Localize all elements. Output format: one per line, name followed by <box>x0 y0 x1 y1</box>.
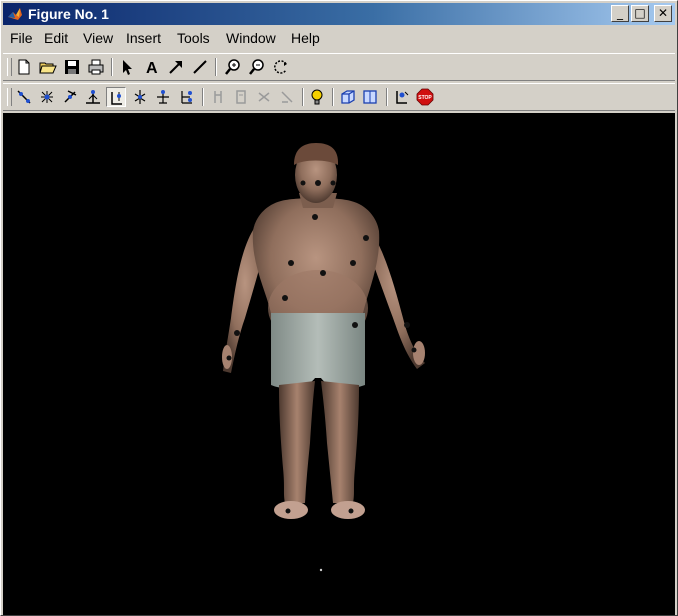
menu-window[interactable]: Window <box>226 30 276 46</box>
menu-help[interactable]: Help <box>291 30 320 46</box>
text-a-icon[interactable]: A <box>142 57 162 77</box>
menu-view[interactable]: View <box>83 30 113 46</box>
disabled-tool-1-icon[interactable] <box>208 87 228 107</box>
svg-text:A: A <box>146 60 158 77</box>
open-folder-icon[interactable] <box>38 57 58 77</box>
landmark-tool-5-icon[interactable] <box>106 87 126 107</box>
maximize-button[interactable]: □ <box>631 5 649 22</box>
draw-arrow-icon[interactable] <box>166 57 186 77</box>
save-disk-icon[interactable] <box>62 57 82 77</box>
print-icon[interactable] <box>86 57 106 77</box>
lightbulb-icon[interactable] <box>307 87 327 107</box>
title-bar[interactable]: Figure No. 1 _ □ ✕ <box>3 3 675 25</box>
zoom-in-icon[interactable] <box>223 57 243 77</box>
menu-insert[interactable]: Insert <box>126 30 161 46</box>
stop-sign-icon[interactable]: STOP <box>415 87 435 107</box>
box-view-icon[interactable] <box>360 87 380 107</box>
landmark-tool-3-icon[interactable] <box>60 87 80 107</box>
menu-file[interactable]: File <box>10 30 33 46</box>
figure-toolbar: A <box>3 53 675 81</box>
figure-canvas[interactable] <box>3 113 675 615</box>
landmark-toolbar: STOP <box>3 83 675 111</box>
menu-edit[interactable]: Edit <box>44 30 68 46</box>
zoom-out-icon[interactable] <box>247 57 267 77</box>
draw-line-icon[interactable] <box>190 57 210 77</box>
menu-bar: File Edit View Insert Tools Window Help <box>3 27 675 49</box>
landmark-tool-4-icon[interactable] <box>83 87 103 107</box>
landmark-tool-7-icon[interactable] <box>153 87 173 107</box>
landmark-tool-6-icon[interactable] <box>130 87 150 107</box>
menu-tools[interactable]: Tools <box>177 30 210 46</box>
body-scan-image <box>222 143 425 572</box>
disabled-tool-3-icon[interactable] <box>254 87 274 107</box>
landmark-tool-1-icon[interactable] <box>14 87 34 107</box>
close-button[interactable]: ✕ <box>654 5 672 22</box>
figure-window: Figure No. 1 _ □ ✕ File Edit View Insert… <box>0 0 678 616</box>
toolbar-grip[interactable] <box>7 58 12 76</box>
landmark-tool-2-icon[interactable] <box>37 87 57 107</box>
toolbar-grip[interactable] <box>7 88 12 106</box>
disabled-tool-4-icon[interactable] <box>277 87 297 107</box>
landmark-tool-8-icon[interactable] <box>176 87 196 107</box>
tool-settings-icon[interactable] <box>392 87 412 107</box>
matlab-logo-icon <box>8 8 22 20</box>
rotate-3d-icon[interactable] <box>271 57 291 77</box>
select-arrow-icon[interactable] <box>117 57 137 77</box>
svg-text:STOP: STOP <box>418 95 432 101</box>
window-title: Figure No. 1 <box>28 6 109 22</box>
minimize-button[interactable]: _ <box>611 5 629 22</box>
new-document-icon[interactable] <box>14 57 34 77</box>
cube-view-icon[interactable] <box>338 87 358 107</box>
disabled-tool-2-icon[interactable] <box>231 87 251 107</box>
